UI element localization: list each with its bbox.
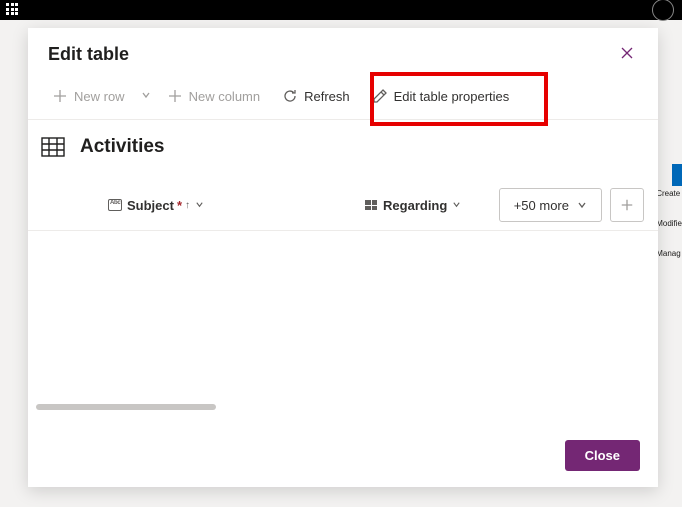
pencil-icon xyxy=(372,88,388,104)
more-columns-button[interactable]: +50 more xyxy=(499,188,602,222)
refresh-label: Refresh xyxy=(304,89,350,104)
refresh-icon xyxy=(282,88,298,104)
horizontal-scrollbar[interactable] xyxy=(36,404,216,410)
new-row-chevron-icon[interactable] xyxy=(137,81,155,111)
table-name-heading: Activities xyxy=(80,136,164,158)
modal-title: Edit table xyxy=(48,44,129,65)
chevron-down-icon[interactable] xyxy=(195,200,204,211)
close-icon[interactable] xyxy=(616,42,638,67)
new-column-button[interactable]: New column xyxy=(157,82,271,110)
refresh-button[interactable]: Refresh xyxy=(272,82,360,110)
edit-props-label: Edit table properties xyxy=(394,89,510,104)
new-column-label: New column xyxy=(189,89,261,104)
table-body-empty xyxy=(28,231,658,440)
edit-table-modal: Edit table New row New column Refresh xyxy=(28,28,658,487)
bg-accent-strip xyxy=(672,164,682,186)
bg-column-labels: Create Modifie Manag xyxy=(656,190,682,280)
chevron-down-icon[interactable] xyxy=(452,200,461,211)
chevron-down-icon xyxy=(577,198,587,213)
sort-asc-icon: ↑ xyxy=(185,200,190,211)
text-type-icon xyxy=(108,199,122,211)
column-header-subject[interactable]: Subject* ↑ xyxy=(108,198,204,213)
add-column-button[interactable] xyxy=(610,188,644,222)
edit-table-properties-button[interactable]: Edit table properties xyxy=(362,82,520,110)
more-columns-label: +50 more xyxy=(514,198,569,213)
new-row-label: New row xyxy=(74,89,125,104)
regarding-label: Regarding xyxy=(383,198,447,213)
avatar[interactable] xyxy=(652,0,674,21)
subject-label: Subject xyxy=(127,198,174,213)
required-star-icon: * xyxy=(177,198,182,213)
close-button[interactable]: Close xyxy=(565,440,640,471)
plus-icon xyxy=(167,88,183,104)
app-launcher-icon[interactable] xyxy=(6,3,20,17)
table-icon xyxy=(40,134,66,160)
lookup-type-icon xyxy=(364,199,378,211)
column-header-regarding[interactable]: Regarding xyxy=(364,198,461,213)
toolbar: New row New column Refresh Edit table pr… xyxy=(28,77,658,120)
plus-icon xyxy=(52,88,68,104)
new-row-button[interactable]: New row xyxy=(42,82,135,110)
